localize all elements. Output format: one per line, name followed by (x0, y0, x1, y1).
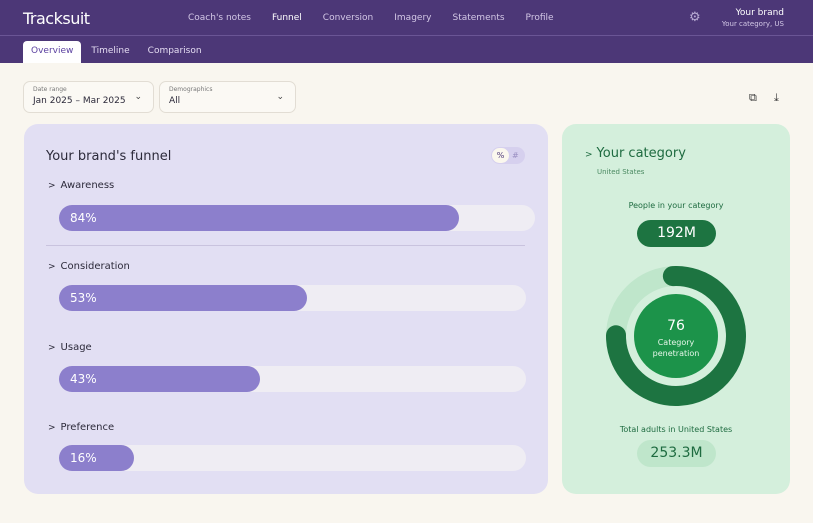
people-label: People in your category (628, 201, 724, 210)
toggle-percent[interactable]: % (492, 148, 509, 163)
stage-consideration[interactable]: > Consideration (48, 261, 130, 272)
stage-usage[interactable]: > Usage (48, 342, 92, 353)
nav-conversion[interactable]: Conversion (323, 13, 373, 23)
usage-bar: 43% (59, 366, 526, 392)
chevron-down-icon: ⌄ (276, 92, 284, 102)
tab-overview[interactable]: Overview (23, 41, 82, 63)
penetration-value: 76 (667, 318, 685, 334)
people-value: 192M (637, 220, 716, 247)
chevron-right-icon: > (48, 181, 56, 191)
category-title[interactable]: > Your category (585, 146, 686, 161)
toggle-number[interactable]: # (512, 148, 519, 163)
penetration-donut: 76 Category penetration (606, 266, 746, 406)
awareness-bar: 84% (59, 205, 535, 231)
tab-comparison[interactable]: Comparison (140, 41, 210, 63)
download-icon[interactable]: ⤓ (774, 91, 779, 105)
category-title-text: Your category (596, 146, 686, 161)
category-card: > Your category United States People in y… (562, 124, 790, 494)
nav-funnel[interactable]: Funnel (272, 13, 302, 23)
chevron-right-icon: > (585, 150, 593, 160)
copy-icon[interactable]: ⧉ (749, 91, 757, 105)
penetration-label-2: penetration (653, 349, 700, 358)
bar-value: 43% (70, 372, 97, 386)
divider (0, 35, 813, 36)
consideration-bar: 53% (59, 285, 526, 311)
gear-icon[interactable]: ⚙ (689, 10, 701, 25)
chevron-right-icon: > (48, 262, 56, 272)
bar-value: 84% (70, 211, 97, 225)
stage-awareness[interactable]: > Awareness (48, 180, 114, 191)
stage-label: Awareness (60, 180, 115, 191)
demographics-select[interactable]: Demographics All ⌄ (159, 81, 296, 113)
main-nav: Coach's notes Funnel Conversion Imagery … (188, 13, 575, 23)
demographics-value: All (169, 96, 181, 106)
chevron-right-icon: > (48, 343, 56, 353)
nav-statements[interactable]: Statements (452, 13, 504, 23)
bar-fill: 43% (59, 366, 260, 392)
tab-timeline[interactable]: Timeline (83, 41, 137, 63)
nav-imagery[interactable]: Imagery (394, 13, 431, 23)
brand-category: Your category, US (721, 20, 784, 28)
top-bar: Tracksuit Coach's notes Funnel Conversio… (0, 0, 813, 63)
stage-label: Consideration (60, 261, 130, 272)
stage-preference[interactable]: > Preference (48, 422, 114, 433)
brand-switcher[interactable]: Your brand Your category, US (722, 8, 784, 30)
divider (46, 245, 525, 246)
brand-funnel-card: Your brand's funnel % # > Awareness 84% >… (24, 124, 548, 494)
bar-value: 16% (70, 451, 97, 465)
date-range-value: Jan 2025 – Mar 2025 (33, 96, 126, 106)
date-range-select[interactable]: Date range Jan 2025 – Mar 2025 ⌄ (23, 81, 154, 113)
total-value: 253.3M (637, 440, 716, 467)
demographics-label: Demographics (169, 86, 213, 93)
chevron-right-icon: > (48, 423, 56, 433)
total-label: Total adults in United States (619, 425, 733, 434)
brand-name: Your brand (735, 8, 784, 18)
category-subtitle: United States (597, 168, 645, 176)
sub-tabs: Overview Timeline Comparison (23, 41, 212, 63)
percent-number-toggle[interactable]: % # (491, 147, 525, 164)
bar-value: 53% (70, 291, 97, 305)
chevron-down-icon: ⌄ (134, 92, 142, 102)
stage-label: Usage (60, 342, 92, 353)
funnel-title: Your brand's funnel (46, 149, 172, 164)
penetration-label-1: Category (658, 338, 695, 347)
nav-coaches-notes[interactable]: Coach's notes (188, 13, 251, 23)
bar-fill: 53% (59, 285, 307, 311)
stage-label: Preference (60, 422, 115, 433)
donut-center (634, 294, 718, 378)
bar-fill: 16% (59, 445, 134, 471)
nav-profile[interactable]: Profile (526, 13, 554, 23)
logo[interactable]: Tracksuit (23, 9, 90, 28)
bar-fill: 84% (59, 205, 459, 231)
date-range-label: Date range (33, 86, 67, 93)
preference-bar: 16% (59, 445, 526, 471)
